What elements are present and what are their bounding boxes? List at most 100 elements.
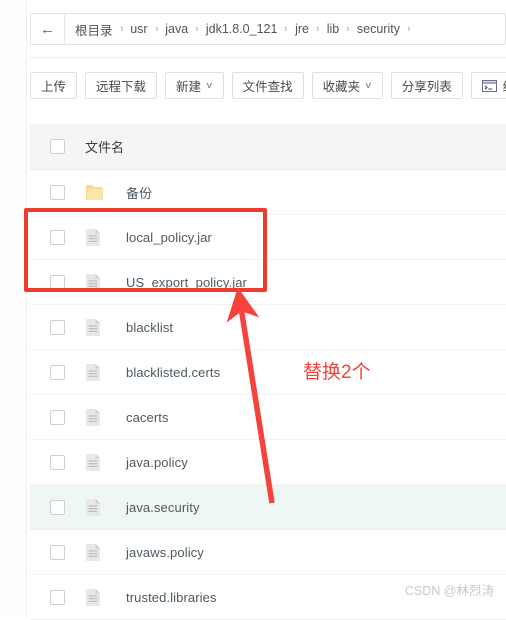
table-row[interactable]: local_policy.jar: [30, 215, 506, 260]
chevron-down-icon: ∨: [205, 80, 214, 90]
row-select-cell: [30, 184, 85, 200]
row-checkbox[interactable]: [50, 589, 65, 605]
row-filename[interactable]: US_export_policy.jar: [126, 275, 247, 290]
left-gutter: [0, 0, 27, 617]
table-row[interactable]: blacklist: [30, 305, 506, 350]
terminal-button[interactable]: 终端: [470, 72, 506, 99]
upload-button[interactable]: 上传: [30, 72, 78, 99]
new-button[interactable]: 新建 ∨: [165, 72, 224, 99]
table-row[interactable]: java.policy: [30, 440, 506, 485]
table-row[interactable]: trusted.libraries: [30, 575, 506, 620]
file-icon: [85, 588, 115, 607]
terminal-icon: [481, 79, 497, 92]
row-name-cell: javaws.policy: [85, 543, 204, 562]
row-filename[interactable]: java.security: [126, 500, 200, 515]
breadcrumb-separator: ›: [316, 23, 320, 35]
table-row[interactable]: blacklisted.certs: [30, 350, 506, 395]
row-checkbox[interactable]: [50, 274, 65, 290]
table-row[interactable]: 备份: [30, 170, 506, 215]
breadcrumb-item-jdk[interactable]: jdk1.8.0_121: [206, 22, 278, 36]
header-divider: [30, 57, 506, 58]
file-icon: [85, 543, 115, 562]
remote-download-button-label: 远程下载: [96, 80, 147, 94]
file-icon: [85, 498, 115, 517]
file-icon: [85, 453, 115, 472]
row-name-cell: local_policy.jar: [85, 228, 212, 247]
row-filename[interactable]: cacerts: [126, 410, 169, 425]
new-button-label: 新建: [176, 80, 202, 94]
table-row[interactable]: cacerts: [30, 395, 506, 440]
file-search-button-label: 文件查找: [242, 80, 293, 94]
row-select-cell: [30, 409, 85, 425]
table-row[interactable]: US_export_policy.jar: [30, 260, 506, 305]
row-checkbox[interactable]: [50, 184, 65, 200]
row-filename[interactable]: trusted.libraries: [126, 590, 217, 605]
select-all-checkbox[interactable]: [50, 139, 65, 154]
table-row[interactable]: java.security: [30, 485, 506, 530]
breadcrumb-item-jre[interactable]: jre: [295, 22, 309, 36]
column-header-filename-label: 文件名: [85, 140, 125, 155]
row-filename[interactable]: blacklist: [126, 320, 173, 335]
breadcrumb-item-lib[interactable]: lib: [327, 22, 340, 36]
row-select-cell: [30, 544, 85, 560]
row-filename[interactable]: 备份: [126, 183, 152, 202]
row-checkbox[interactable]: [50, 544, 65, 560]
file-icon: [85, 408, 115, 427]
folder-icon: [85, 184, 115, 201]
row-name-cell: trusted.libraries: [85, 588, 217, 607]
favorites-button-label: 收藏夹: [322, 80, 361, 94]
chevron-down-icon: ∨: [364, 80, 373, 90]
row-checkbox[interactable]: [50, 364, 65, 380]
row-checkbox[interactable]: [50, 409, 65, 425]
row-filename[interactable]: local_policy.jar: [126, 230, 212, 245]
row-name-cell: 备份: [85, 183, 152, 202]
row-select-cell: [30, 589, 85, 605]
row-checkbox[interactable]: [50, 229, 65, 245]
row-checkbox[interactable]: [50, 454, 65, 470]
upload-button-label: 上传: [41, 80, 67, 94]
row-name-cell: blacklist: [85, 318, 173, 337]
row-name-cell: blacklisted.certs: [85, 363, 220, 382]
table-header-row: 文件名: [30, 124, 506, 170]
row-select-cell: [30, 454, 85, 470]
row-name-cell: US_export_policy.jar: [85, 273, 247, 292]
back-button[interactable]: ←: [31, 14, 65, 44]
file-icon: [85, 228, 115, 247]
file-icon: [85, 273, 115, 292]
column-header-filename[interactable]: 文件名: [85, 137, 124, 156]
breadcrumb-item-java[interactable]: java: [165, 22, 188, 36]
file-icon: [85, 363, 115, 382]
file-search-button[interactable]: 文件查找: [231, 72, 304, 99]
file-table: 文件名 备份 local_policy.jar US_export_policy…: [30, 124, 506, 620]
breadcrumb-separator: ›: [346, 23, 350, 35]
breadcrumb-items: 根目录 › usr › java › jdk1.8.0_121 › jre › …: [65, 14, 424, 44]
file-manager-page: ← 根目录 › usr › java › jdk1.8.0_121 › jre …: [0, 0, 506, 620]
share-list-button[interactable]: 分享列表: [390, 72, 463, 99]
breadcrumb-separator: ›: [407, 23, 411, 35]
row-select-cell: [30, 274, 85, 290]
breadcrumb-separator: ›: [195, 23, 199, 35]
breadcrumb-item-security[interactable]: security: [357, 22, 400, 36]
row-select-cell: [30, 364, 85, 380]
breadcrumb-item-root[interactable]: 根目录: [75, 20, 113, 39]
select-all-cell: [30, 139, 85, 154]
remote-download-button[interactable]: 远程下载: [85, 72, 158, 99]
row-filename[interactable]: javaws.policy: [126, 545, 204, 560]
breadcrumb: ← 根目录 › usr › java › jdk1.8.0_121 › jre …: [30, 13, 506, 45]
row-checkbox[interactable]: [50, 499, 65, 515]
row-select-cell: [30, 499, 85, 515]
row-filename[interactable]: blacklisted.certs: [126, 365, 220, 380]
left-arrow-icon: ←: [40, 20, 55, 38]
row-name-cell: java.security: [85, 498, 200, 517]
row-filename[interactable]: java.policy: [126, 455, 188, 470]
row-checkbox[interactable]: [50, 319, 65, 335]
content-area: ← 根目录 › usr › java › jdk1.8.0_121 › jre …: [27, 0, 506, 620]
row-select-cell: [30, 229, 85, 245]
row-select-cell: [30, 319, 85, 335]
breadcrumb-item-usr[interactable]: usr: [130, 22, 147, 36]
table-row[interactable]: javaws.policy: [30, 530, 506, 575]
row-name-cell: java.policy: [85, 453, 188, 472]
breadcrumb-separator: ›: [154, 23, 158, 35]
breadcrumb-separator: ›: [119, 23, 123, 35]
favorites-button[interactable]: 收藏夹 ∨: [311, 72, 383, 99]
